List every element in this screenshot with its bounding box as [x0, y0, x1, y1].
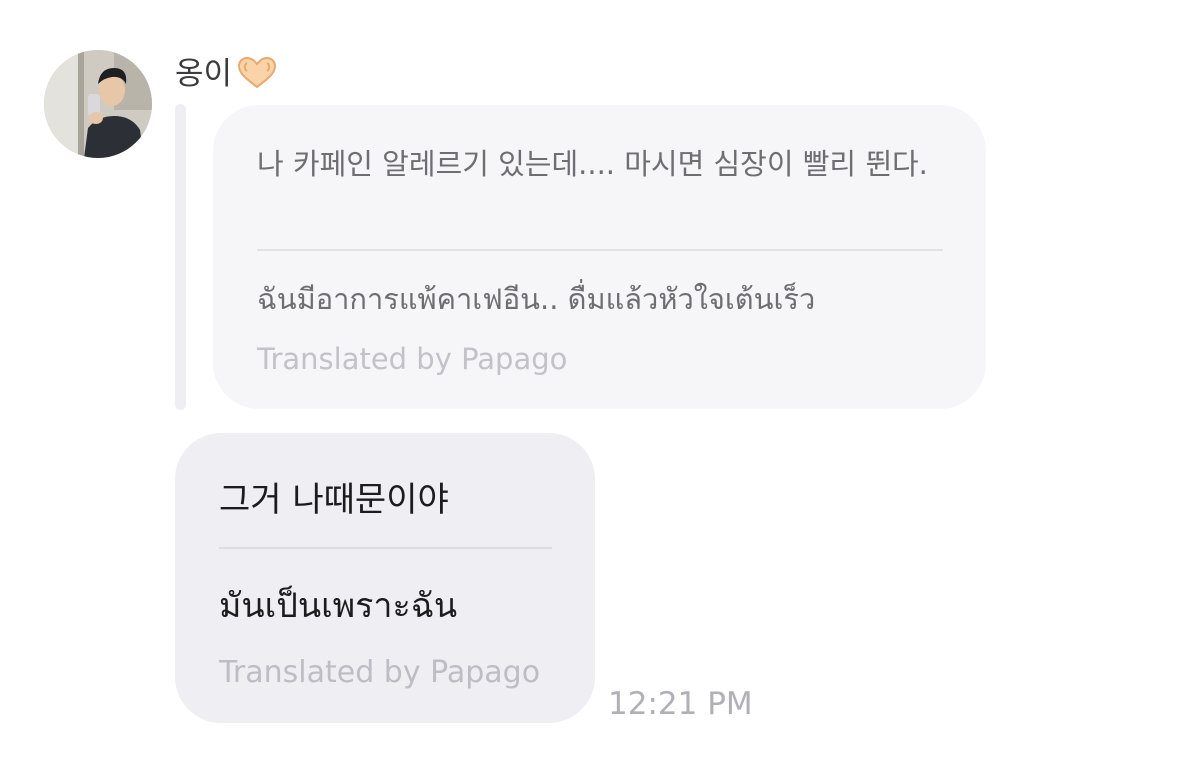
- chat-thread: 옹이 나 카페인 알레르기 있는데.... 마시면 심장이 빨리 뛴다. ฉัน…: [0, 0, 1200, 757]
- sender-name-text: 옹이: [175, 56, 233, 92]
- quoted-translation-credit: Translated by Papago: [257, 342, 568, 376]
- reply-indicator-bar: [175, 104, 186, 410]
- heart-hands-icon: [236, 56, 278, 90]
- message-original-text: 그거 나때문이야: [219, 480, 449, 520]
- avatar-photo: [44, 50, 152, 158]
- message-divider: [219, 547, 552, 549]
- quoted-original-text: 나 카페인 알레르기 있는데.... 마시면 심장이 빨리 뛴다.: [257, 147, 928, 181]
- message-bubble[interactable]: 그거 나때문이야 มันเป็นเพราะฉัน Translated by P…: [175, 433, 595, 723]
- message-translation-text: มันเป็นเพราะฉัน: [219, 586, 458, 626]
- message-timestamp: 12:21 PM: [608, 686, 753, 722]
- quoted-divider: [257, 249, 943, 251]
- message-translation-credit: Translated by Papago: [219, 655, 541, 690]
- quoted-message-bubble[interactable]: 나 카페인 알레르기 있는데.... 마시면 심장이 빨리 뛴다. ฉันมีอ…: [213, 105, 986, 409]
- sender-name: 옹이: [175, 54, 278, 94]
- avatar[interactable]: [44, 50, 152, 158]
- quoted-translation-text: ฉันมีอาการแพ้คาเฟอีน.. ดื่มแล้วหัวใจเต้น…: [257, 282, 816, 316]
